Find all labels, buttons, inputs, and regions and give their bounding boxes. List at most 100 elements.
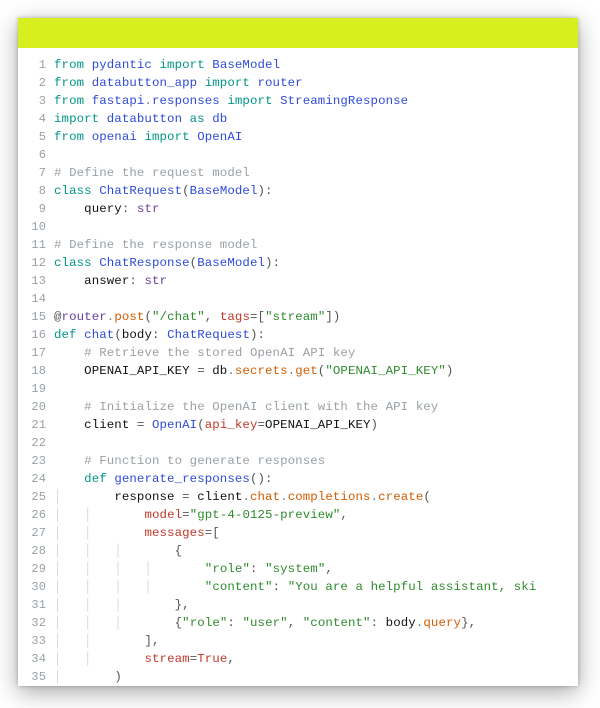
code-line: 7# Define the request model [18,164,578,182]
line-number: 33 [18,632,54,650]
code-line: 30│ │ │ │ "content": "You are a helpful … [18,578,578,596]
code-line: 20 # Initialize the OpenAI client with t… [18,398,578,416]
line-number: 35 [18,668,54,686]
code-line: 26│ │ model="gpt-4-0125-preview", [18,506,578,524]
line-number: 1 [18,56,54,74]
line-content [54,380,578,398]
line-number: 14 [18,290,54,308]
line-number: 30 [18,578,54,596]
line-content: @router.post("/chat", tags=["stream"]) [54,308,578,326]
line-content: class ChatRequest(BaseModel): [54,182,578,200]
line-number: 3 [18,92,54,110]
line-number: 15 [18,308,54,326]
line-content: │ ) [54,668,578,686]
code-line: 8class ChatRequest(BaseModel): [18,182,578,200]
line-number: 9 [18,200,54,218]
code-line: 32│ │ │ {"role": "user", "content": body… [18,614,578,632]
code-line: 31│ │ │ }, [18,596,578,614]
line-number: 4 [18,110,54,128]
code-line: 6 [18,146,578,164]
line-number: 6 [18,146,54,164]
line-number: 25 [18,488,54,506]
line-content: from openai import OpenAI [54,128,578,146]
accent-bar [18,18,578,48]
line-number: 19 [18,380,54,398]
line-content: │ │ model="gpt-4-0125-preview", [54,506,578,524]
code-line: 33│ │ ], [18,632,578,650]
line-number: 10 [18,218,54,236]
code-line: 1from pydantic import BaseModel [18,56,578,74]
line-content: class ChatResponse(BaseModel): [54,254,578,272]
line-content [54,146,578,164]
line-content: from fastapi.responses import StreamingR… [54,92,578,110]
code-line: 11# Define the response model [18,236,578,254]
line-content: │ response = client.chat.completions.cre… [54,488,578,506]
line-number: 32 [18,614,54,632]
line-content [54,218,578,236]
code-line: 10 [18,218,578,236]
line-number: 2 [18,74,54,92]
code-line: 13 answer: str [18,272,578,290]
line-content [54,434,578,452]
line-content: # Define the request model [54,164,578,182]
line-number: 28 [18,542,54,560]
line-content: │ │ │ }, [54,596,578,614]
code-line: 28│ │ │ { [18,542,578,560]
code-area: 1from pydantic import BaseModel2from dat… [18,48,578,686]
line-number: 8 [18,182,54,200]
line-content: # Define the response model [54,236,578,254]
code-line: 23 # Function to generate responses [18,452,578,470]
line-number: 12 [18,254,54,272]
line-content [54,290,578,308]
line-number: 21 [18,416,54,434]
line-content: │ │ │ {"role": "user", "content": body.q… [54,614,578,632]
code-line: 4import databutton as db [18,110,578,128]
line-content: # Initialize the OpenAI client with the … [54,398,578,416]
line-number: 20 [18,398,54,416]
line-number: 5 [18,128,54,146]
code-line: 19 [18,380,578,398]
line-number: 16 [18,326,54,344]
line-content: │ │ messages=[ [54,524,578,542]
line-content: def generate_responses(): [54,470,578,488]
line-number: 34 [18,650,54,668]
code-line: 29│ │ │ │ "role": "system", [18,560,578,578]
code-line: 34│ │ stream=True, [18,650,578,668]
code-line: 2from databutton_app import router [18,74,578,92]
line-content: │ │ ], [54,632,578,650]
line-content: │ │ │ { [54,542,578,560]
code-line: 21 client = OpenAI(api_key=OPENAI_API_KE… [18,416,578,434]
line-content: answer: str [54,272,578,290]
line-content: OPENAI_API_KEY = db.secrets.get("OPENAI_… [54,362,578,380]
code-line: 25│ response = client.chat.completions.c… [18,488,578,506]
line-number: 24 [18,470,54,488]
code-line: 9 query: str [18,200,578,218]
code-line: 12class ChatResponse(BaseModel): [18,254,578,272]
line-number: 22 [18,434,54,452]
line-number: 26 [18,506,54,524]
code-line: 14 [18,290,578,308]
line-number: 17 [18,344,54,362]
code-line: 5from openai import OpenAI [18,128,578,146]
code-line: 16def chat(body: ChatRequest): [18,326,578,344]
line-content: from pydantic import BaseModel [54,56,578,74]
code-line: 27│ │ messages=[ [18,524,578,542]
line-number: 31 [18,596,54,614]
code-line: 17 # Retrieve the stored OpenAI API key [18,344,578,362]
line-content: import databutton as db [54,110,578,128]
line-content: # Function to generate responses [54,452,578,470]
code-editor-window: 1from pydantic import BaseModel2from dat… [18,18,578,686]
line-content: │ │ │ │ "role": "system", [54,560,578,578]
code-line: 15@router.post("/chat", tags=["stream"]) [18,308,578,326]
line-content: client = OpenAI(api_key=OPENAI_API_KEY) [54,416,578,434]
code-line: 22 [18,434,578,452]
line-number: 7 [18,164,54,182]
line-content: # Retrieve the stored OpenAI API key [54,344,578,362]
line-content: def chat(body: ChatRequest): [54,326,578,344]
line-content: from databutton_app import router [54,74,578,92]
code-line: 35│ ) [18,668,578,686]
line-content: query: str [54,200,578,218]
line-number: 29 [18,560,54,578]
line-number: 23 [18,452,54,470]
line-number: 13 [18,272,54,290]
